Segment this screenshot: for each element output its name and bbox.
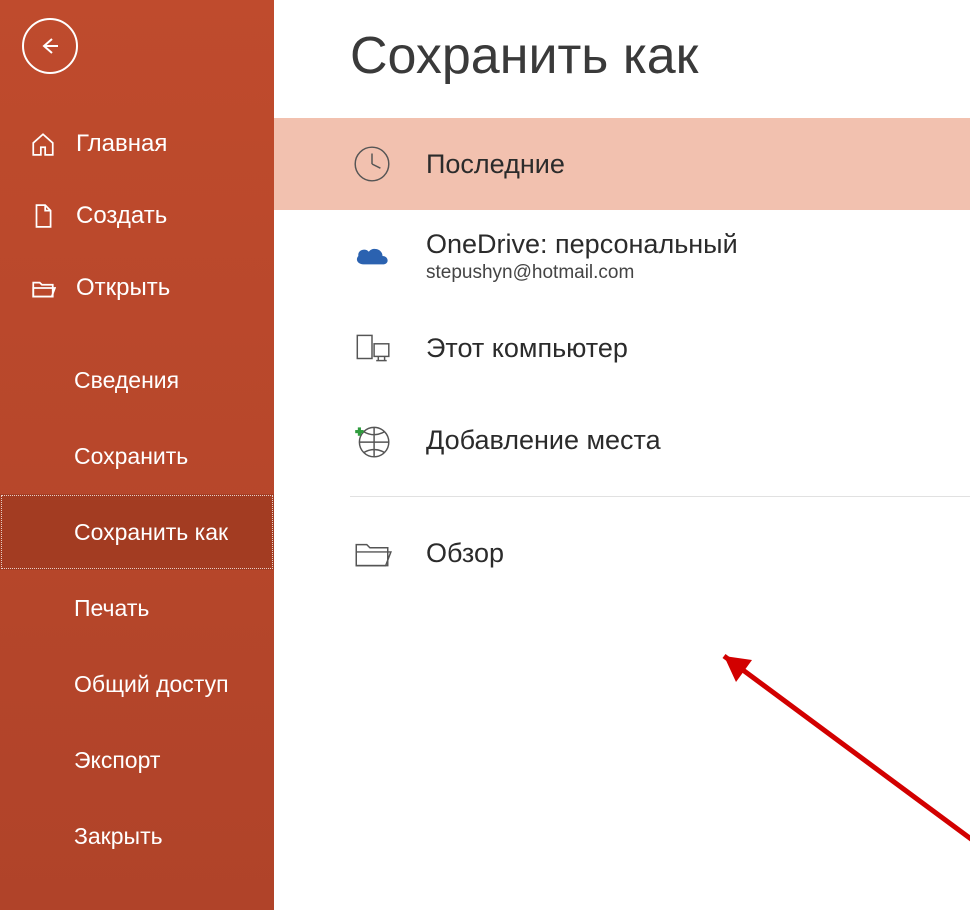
this-pc-icon (350, 326, 394, 370)
option-label-sub: stepushyn@hotmail.com (426, 262, 738, 284)
sidebar-item-open[interactable]: Открыть (0, 252, 274, 324)
sidebar-item-label: Главная (76, 130, 167, 158)
backstage-sidebar: Главная Создать Открыть Сведения (0, 0, 274, 910)
annotation-arrow (694, 636, 970, 881)
option-this-pc[interactable]: Этот компьютер (274, 302, 970, 394)
sidebar-item-close[interactable]: Закрыть (0, 798, 274, 874)
add-place-icon (350, 418, 394, 462)
sidebar-item-print[interactable]: Печать (0, 570, 274, 646)
main-panel: Сохранить как Последние OneDrive: персон… (274, 0, 970, 910)
sidebar-item-home[interactable]: Главная (0, 108, 274, 180)
onedrive-icon (350, 234, 394, 278)
option-label-main: OneDrive: персональный (426, 229, 738, 259)
back-arrow-icon (38, 34, 62, 58)
app-root: Главная Создать Открыть Сведения (0, 0, 970, 910)
sidebar-item-label: Общий доступ (74, 671, 229, 698)
option-label: Этот компьютер (426, 333, 628, 364)
sidebar-item-label: Экспорт (74, 747, 160, 774)
page-title: Сохранить как (274, 26, 970, 86)
sidebar-item-label: Сведения (74, 367, 179, 394)
divider (350, 496, 970, 497)
back-button[interactable] (22, 18, 78, 74)
folder-open-icon (28, 273, 58, 303)
clock-icon (350, 142, 394, 186)
option-label: OneDrive: персональный stepushyn@hotmail… (426, 229, 738, 284)
sidebar-item-label: Сохранить как (74, 519, 228, 546)
option-recent[interactable]: Последние (274, 118, 970, 210)
sidebar-item-label: Печать (74, 595, 149, 622)
sidebar-item-save-as[interactable]: Сохранить как (0, 494, 274, 570)
option-label: Последние (426, 149, 565, 180)
sidebar-item-label: Закрыть (74, 823, 163, 850)
save-location-list: Последние OneDrive: персональный stepush… (274, 118, 970, 599)
option-label: Обзор (426, 538, 504, 569)
option-label: Добавление места (426, 425, 661, 456)
sidebar-item-label: Создать (76, 202, 167, 230)
sidebar-nav: Главная Создать Открыть Сведения (0, 108, 274, 874)
sidebar-item-share[interactable]: Общий доступ (0, 646, 274, 722)
sidebar-item-export[interactable]: Экспорт (0, 722, 274, 798)
sidebar-item-new[interactable]: Создать (0, 180, 274, 252)
sidebar-item-save[interactable]: Сохранить (0, 418, 274, 494)
sidebar-item-label: Сохранить (74, 443, 188, 470)
new-file-icon (28, 201, 58, 231)
option-onedrive[interactable]: OneDrive: персональный stepushyn@hotmail… (274, 210, 970, 302)
sidebar-item-info[interactable]: Сведения (0, 342, 274, 418)
home-icon (28, 129, 58, 159)
folder-open-icon (350, 531, 394, 575)
sidebar-item-label: Открыть (76, 274, 170, 302)
option-browse[interactable]: Обзор (274, 507, 970, 599)
option-add-place[interactable]: Добавление места (274, 394, 970, 486)
